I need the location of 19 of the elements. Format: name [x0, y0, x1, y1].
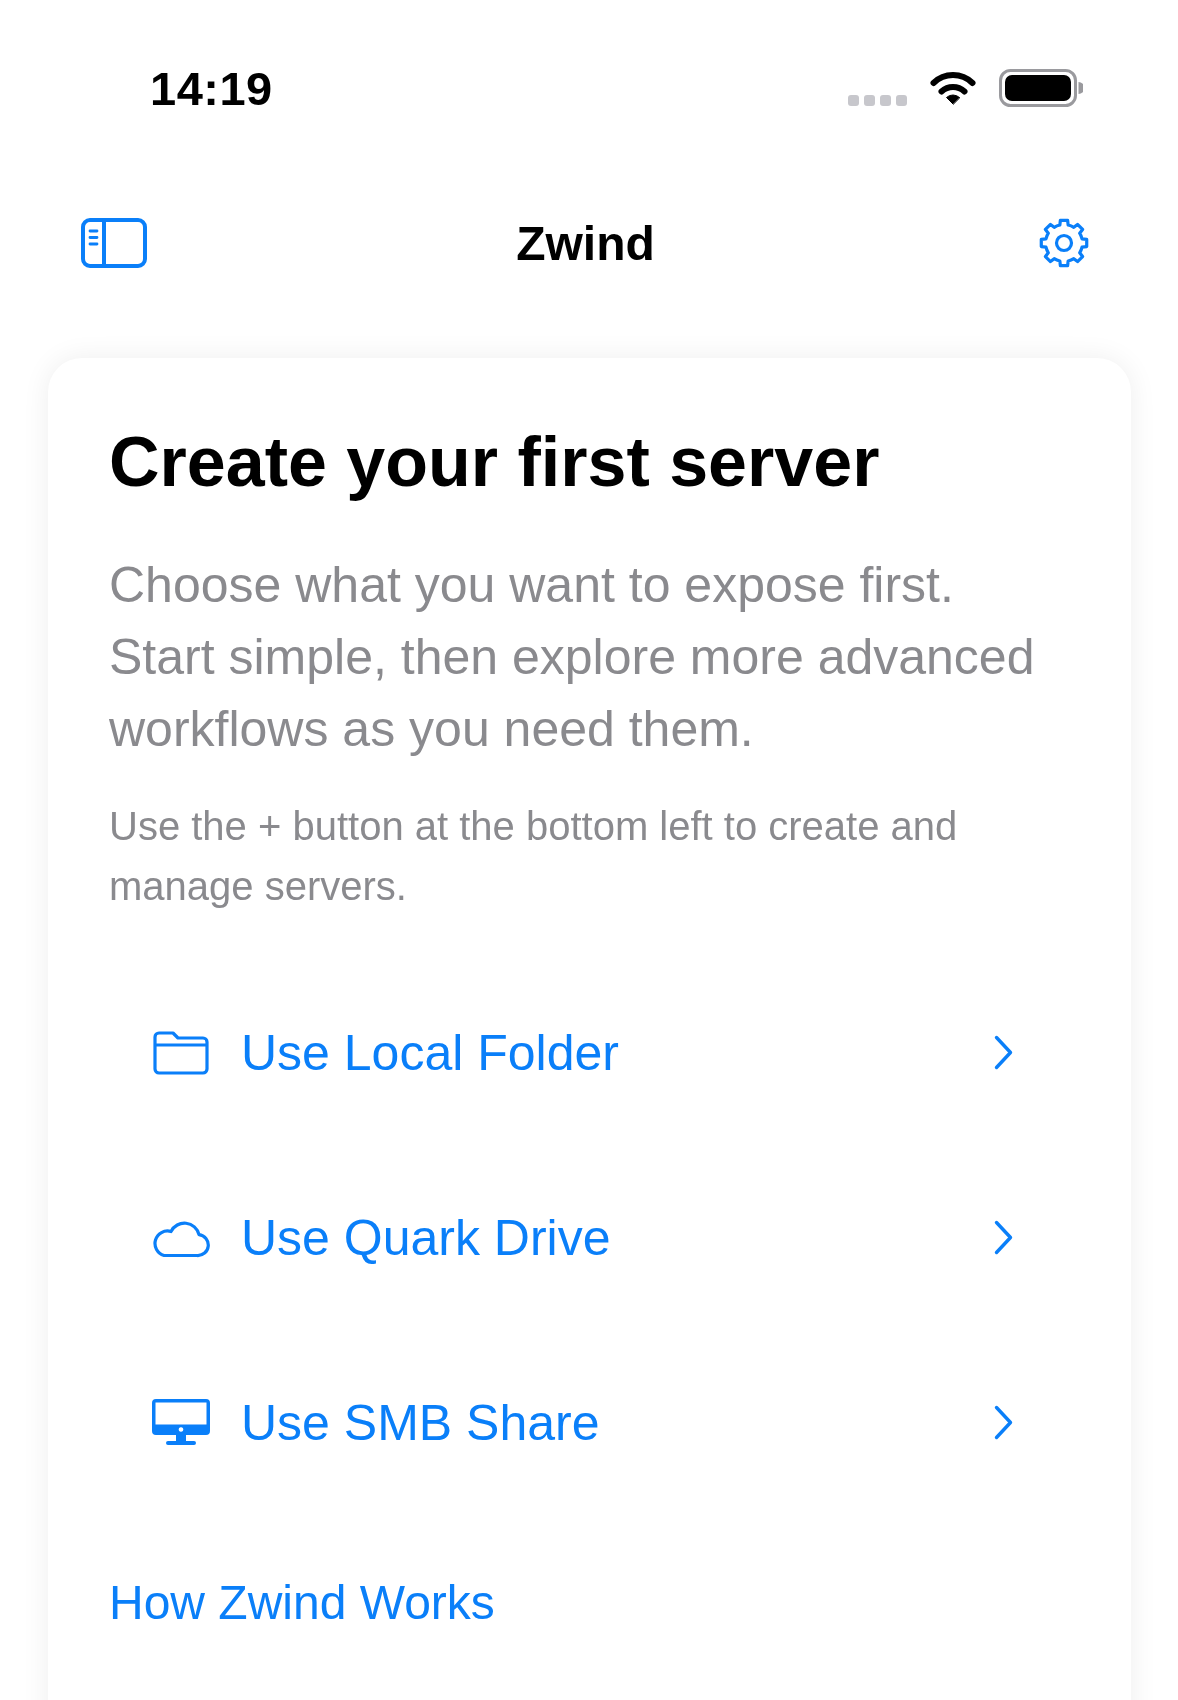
monitor-icon [151, 1397, 211, 1448]
sidebar-icon[interactable] [81, 218, 147, 268]
option-button[interactable]: Use Quark Drive [109, 1145, 1071, 1330]
chevron-icon [994, 1220, 1013, 1255]
card-description: Choose what you want to expose first. Start simple, then explore more advanced workflows as you need them. [109, 556, 1036, 759]
chevron-icon [994, 1035, 1013, 1070]
folder-icon [152, 1029, 210, 1076]
settings-icon[interactable] [1038, 217, 1090, 269]
option-button[interactable]: Use SMB Share [109, 1330, 1071, 1515]
option-button[interactable]: Use Local Folder [109, 960, 1071, 1145]
battery-icon [999, 69, 1083, 107]
help-link[interactable]: How Zwind Works [109, 1574, 495, 1632]
nav-title: Zwind [516, 215, 655, 271]
status-time: 14:19 [150, 60, 273, 116]
chevron-icon [994, 1405, 1013, 1440]
card-note: Use the + button at the bottom left to create and manage servers. [109, 803, 959, 910]
wifi-icon [929, 70, 977, 106]
card-title: Create your first server [109, 422, 880, 503]
signal-icon [848, 94, 907, 106]
